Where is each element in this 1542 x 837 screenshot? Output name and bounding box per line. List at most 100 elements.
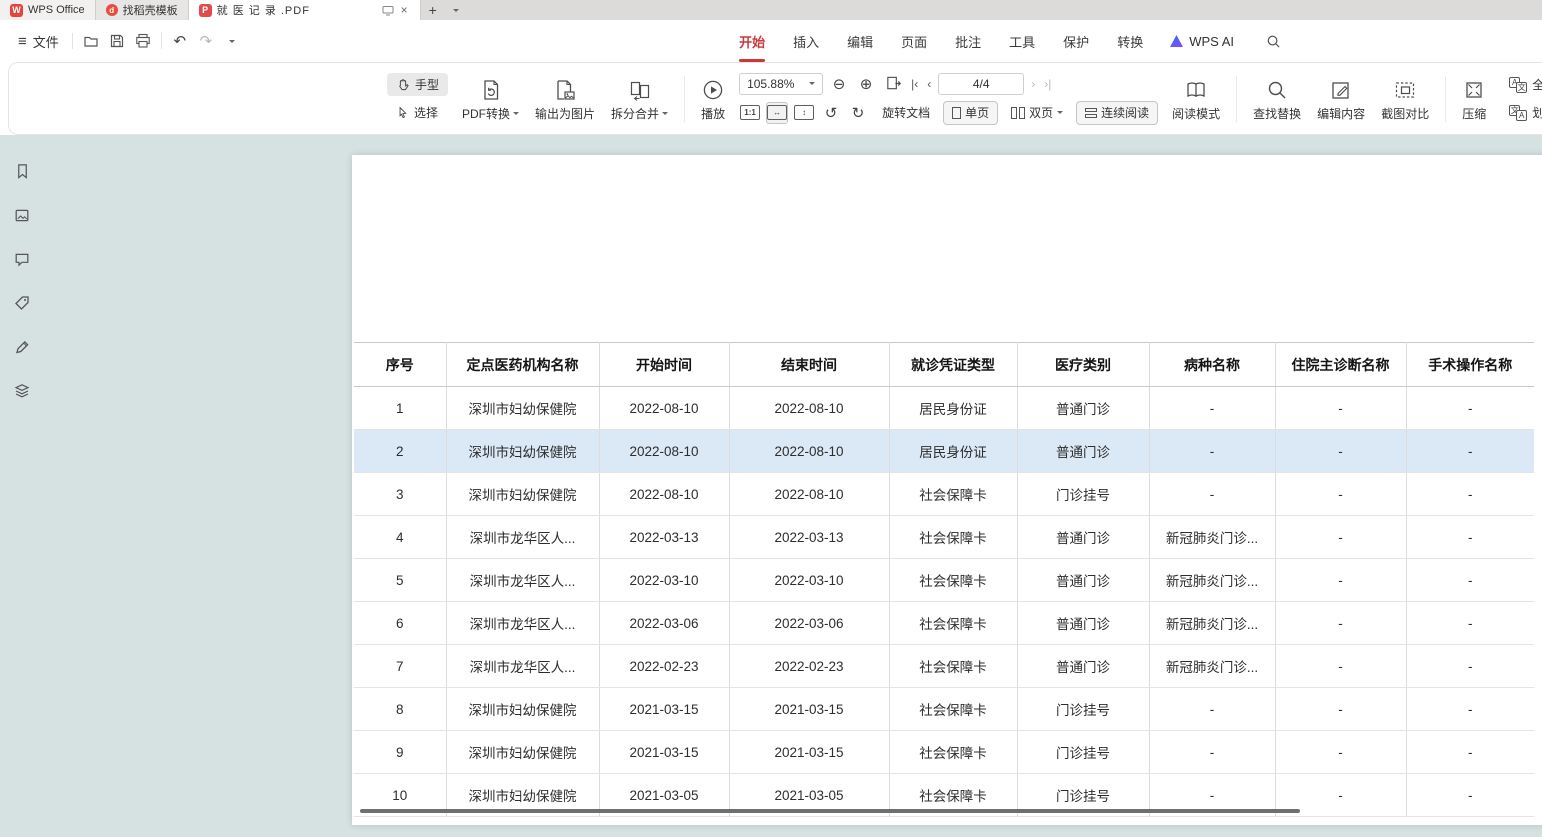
rotate-left-icon[interactable]: ↺ xyxy=(820,102,842,124)
tab-document[interactable]: P 就 医 记 录 .PDF × xyxy=(189,0,421,20)
left-sidebar xyxy=(0,135,44,837)
export-image-button[interactable]: 输出为图片 xyxy=(527,76,603,122)
zoom-level-dropdown[interactable]: 105.88% xyxy=(739,73,823,95)
table-cell: 2021-03-15 xyxy=(729,731,889,774)
find-replace-button[interactable]: 查找替换 xyxy=(1245,76,1309,122)
table-cell: 2022-08-10 xyxy=(729,473,889,516)
hand-tool-button[interactable]: 手型 xyxy=(387,73,448,96)
nav-last-icon[interactable]: ›| xyxy=(1042,77,1053,91)
fit-width-button[interactable]: ↔ xyxy=(766,102,788,124)
ribbon-tab-tools[interactable]: 工具 xyxy=(995,20,1049,62)
annotation-icon[interactable] xyxy=(12,293,32,313)
translate-tools: A文 全文翻译 文A 划词翻译 xyxy=(1494,73,1542,124)
ribbon-tab-edit[interactable]: 编辑 xyxy=(833,20,887,62)
ribbon-tab-home[interactable]: 开始 xyxy=(725,20,779,62)
table-cell: 2022-03-13 xyxy=(729,516,889,559)
single-page-button[interactable]: 单页 xyxy=(943,101,998,125)
table-cell: 普通门诊 xyxy=(1017,602,1149,645)
new-tab-button[interactable]: + xyxy=(421,0,445,20)
document-canvas[interactable]: 序号定点医药机构名称开始时间结束时间就诊凭证类型医疗类别病种名称住院主诊断名称手… xyxy=(44,135,1542,837)
column-header: 住院主诊断名称 xyxy=(1275,343,1406,387)
compress-button[interactable]: 压缩 xyxy=(1454,76,1494,122)
page-indicator-input[interactable]: 4/4 xyxy=(938,73,1024,95)
single-page-label: 单页 xyxy=(965,104,989,121)
print-icon[interactable] xyxy=(130,28,156,54)
file-menu-button[interactable]: ≡ 文件 xyxy=(10,27,67,55)
wps-ai-button[interactable]: WPS AI xyxy=(1157,20,1246,62)
comment-icon[interactable] xyxy=(12,249,32,269)
ribbon-tab-convert[interactable]: 转换 xyxy=(1103,20,1157,62)
redo-icon[interactable]: ↷ xyxy=(193,28,219,54)
undo-dropdown-icon[interactable] xyxy=(219,28,245,54)
table-cell: 深圳市龙华区人... xyxy=(446,559,599,602)
thumbnails-icon[interactable] xyxy=(12,205,32,225)
wps-ai-label: WPS AI xyxy=(1189,34,1234,49)
zoom-in-icon[interactable]: ⊕ xyxy=(855,73,877,95)
window-tabbar: W WPS Office d 找稻壳模板 P 就 医 记 录 .PDF × + xyxy=(0,0,1542,20)
screenshot-compare-button[interactable]: 截图对比 xyxy=(1373,76,1437,122)
nav-next-icon[interactable]: › xyxy=(1029,77,1037,91)
rotate-doc-button[interactable]: 旋转文档 xyxy=(874,101,938,125)
ribbon-tab-protect[interactable]: 保护 xyxy=(1049,20,1103,62)
undo-icon[interactable]: ↶ xyxy=(167,28,193,54)
tab-wps-office-label: WPS Office xyxy=(28,4,85,16)
fit-page-button[interactable]: ↕ xyxy=(793,102,815,124)
edit-content-button[interactable]: 编辑内容 xyxy=(1309,76,1373,122)
word-translate-button[interactable]: 文A 划词翻译 xyxy=(1500,101,1542,124)
table-cell: - xyxy=(1406,774,1534,817)
table-cell: 新冠肺炎门诊... xyxy=(1149,645,1275,688)
pdf-page: 序号定点医药机构名称开始时间结束时间就诊凭证类型医疗类别病种名称住院主诊断名称手… xyxy=(352,155,1542,825)
chevron-down-icon xyxy=(809,82,815,85)
table-row: 1深圳市妇幼保健院2022-08-102022-08-10居民身份证普通门诊--… xyxy=(354,387,1534,430)
page-indicator-value: 4/4 xyxy=(973,77,990,91)
play-button[interactable]: 播放 xyxy=(693,76,733,122)
horizontal-scrollbar[interactable] xyxy=(360,809,1300,813)
pdf-convert-button[interactable]: PDF转换 xyxy=(454,76,527,122)
tab-docer[interactable]: d 找稻壳模板 xyxy=(96,0,189,20)
close-icon[interactable]: × xyxy=(399,3,410,17)
table-cell: 居民身份证 xyxy=(889,387,1017,430)
nav-prev-icon[interactable]: ‹ xyxy=(925,77,933,91)
open-file-icon[interactable] xyxy=(78,28,104,54)
table-cell: 深圳市妇幼保健院 xyxy=(446,387,599,430)
nav-first-icon[interactable]: |‹ xyxy=(909,77,920,91)
table-header-row: 序号定点医药机构名称开始时间结束时间就诊凭证类型医疗类别病种名称住院主诊断名称手… xyxy=(354,343,1534,387)
divider xyxy=(1445,76,1446,122)
rotate-right-icon[interactable]: ↻ xyxy=(847,102,869,124)
zoom-out-icon[interactable]: ⊖ xyxy=(828,73,850,95)
read-mode-button[interactable]: 阅读模式 xyxy=(1164,76,1228,122)
tab-list-dropdown[interactable] xyxy=(445,0,467,20)
table-cell: 2022-02-23 xyxy=(599,645,729,688)
word-translate-icon: 文A xyxy=(1509,105,1527,121)
continuous-read-button[interactable]: 连续阅读 xyxy=(1076,101,1158,125)
split-merge-button[interactable]: 拆分合并 xyxy=(603,76,676,122)
ribbon-tab-comment[interactable]: 批注 xyxy=(941,20,995,62)
table-cell: 2022-08-10 xyxy=(729,430,889,473)
search-icon[interactable] xyxy=(1260,28,1286,54)
find-replace-icon xyxy=(1266,76,1288,101)
save-icon[interactable] xyxy=(104,28,130,54)
table-cell: 8 xyxy=(354,688,446,731)
double-page-button[interactable]: 双页 xyxy=(1003,101,1071,125)
table-cell: 2022-03-13 xyxy=(599,516,729,559)
bookmark-icon[interactable] xyxy=(12,161,32,181)
table-cell: 新冠肺炎门诊... xyxy=(1149,559,1275,602)
monitor-icon[interactable] xyxy=(382,5,394,16)
table-cell: 深圳市妇幼保健院 xyxy=(446,731,599,774)
continuous-read-icon xyxy=(1085,108,1097,118)
continuous-read-label: 连续阅读 xyxy=(1101,104,1149,121)
layers-icon[interactable] xyxy=(12,381,32,401)
divider xyxy=(684,76,685,122)
select-tool-button[interactable]: 选择 xyxy=(387,101,448,124)
table-cell: 新冠肺炎门诊... xyxy=(1149,602,1275,645)
tab-wps-office[interactable]: W WPS Office xyxy=(0,0,96,20)
highlight-pen-icon[interactable] xyxy=(12,337,32,357)
table-cell: 深圳市龙华区人... xyxy=(446,602,599,645)
table-cell: 5 xyxy=(354,559,446,602)
ribbon-tab-page[interactable]: 页面 xyxy=(887,20,941,62)
table-cell: 社会保障卡 xyxy=(889,645,1017,688)
actual-size-button[interactable]: 1:1 xyxy=(739,102,761,124)
full-translate-button[interactable]: A文 全文翻译 xyxy=(1500,73,1542,96)
page-jump-icon[interactable] xyxy=(882,73,904,95)
ribbon-tab-insert[interactable]: 插入 xyxy=(779,20,833,62)
